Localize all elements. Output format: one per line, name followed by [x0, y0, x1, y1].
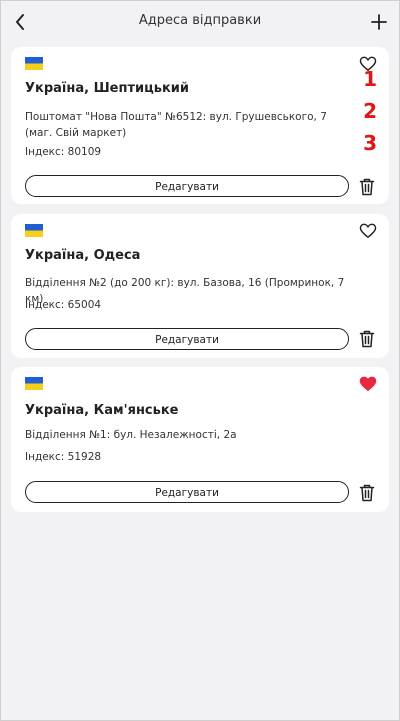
address-card: Україна, Кам'янське Відділення №1: бул. … — [11, 367, 389, 512]
ukraine-flag-icon — [25, 57, 43, 70]
annotation-number-3: 3 — [363, 131, 377, 155]
edit-button[interactable]: Редагувати — [25, 481, 349, 503]
address-details: Відділення №1: бул. Незалежності, 2а — [25, 429, 237, 441]
annotation-number-1: 1 — [363, 67, 377, 91]
plus-icon[interactable] — [368, 11, 390, 33]
ukraine-flag-icon — [25, 377, 43, 390]
page-title: Адреса відправки — [138, 13, 262, 28]
address-city: Україна, Шептицький — [25, 81, 189, 96]
address-index: Індекс: 65004 — [25, 299, 102, 311]
edit-button[interactable]: Редагувати — [25, 175, 349, 197]
address-index: Індекс: 51928 — [25, 451, 102, 463]
heart-filled-icon[interactable] — [359, 376, 377, 392]
heart-outline-icon[interactable] — [359, 223, 377, 239]
app-screen: Адреса відправки 1 Україна, Шептицький П… — [0, 0, 400, 721]
annotation-number-2: 2 — [363, 99, 377, 123]
ukraine-flag-icon — [25, 224, 43, 237]
address-details: Поштомат "Нова Пошта" №6512: вул. Грушев… — [25, 111, 327, 139]
address-index: Індекс: 80109 — [25, 146, 102, 158]
header-bar: Адреса відправки — [1, 1, 399, 43]
address-city: Україна, Кам'янське — [25, 403, 179, 418]
trash-icon[interactable] — [359, 484, 375, 502]
trash-icon[interactable] — [359, 178, 375, 196]
edit-button[interactable]: Редагувати — [25, 328, 349, 350]
trash-icon[interactable] — [359, 330, 375, 348]
address-card: 1 Україна, Шептицький Поштомат "Нова Пош… — [11, 47, 389, 204]
address-card: Україна, Одеса Відділення №2 (до 200 кг)… — [11, 214, 389, 358]
address-city: Україна, Одеса — [25, 248, 141, 263]
